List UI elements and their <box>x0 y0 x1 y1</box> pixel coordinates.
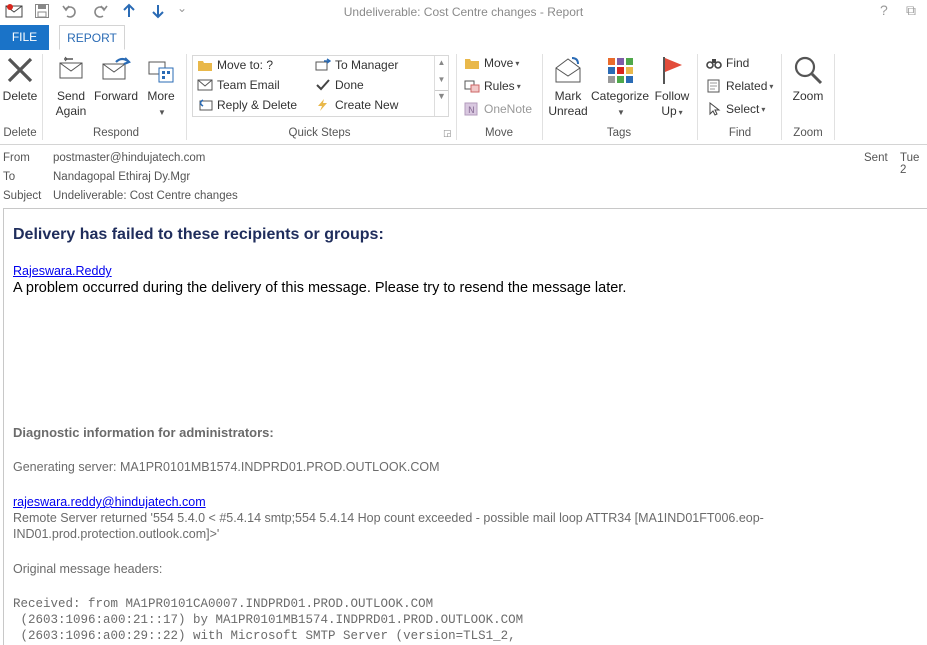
quicksteps-dialog-launcher-icon[interactable]: ◲ <box>443 128 452 139</box>
remote-server-line-2: IND01.prod.protection.outlook.com]>' <box>13 527 220 541</box>
send-again-icon <box>59 56 83 79</box>
group-respond-label: Respond <box>92 127 140 139</box>
separator <box>186 54 187 140</box>
dropdown-arrow-icon: ▾ <box>516 81 521 91</box>
remote-server-line-1: Remote Server returned '554 5.4.0 < #5.4… <box>13 511 764 525</box>
generating-server: Generating server: MA1PR0101MB1574.INDPR… <box>13 460 440 474</box>
group-zoom-label: Zoom <box>793 127 823 139</box>
quicksteps-frame <box>192 55 449 117</box>
related-icon <box>707 79 720 93</box>
group-delete-label: Delete <box>3 127 37 139</box>
message-body: Delivery has failed to these recipients … <box>3 208 927 645</box>
group-tags-label: Tags <box>606 127 632 139</box>
more-respond-icon <box>148 61 174 83</box>
more-label: More <box>147 89 175 103</box>
message-header: From postmaster@hindujatech.com To Nanda… <box>0 148 927 208</box>
related-button[interactable]: Related ▾ <box>706 79 773 93</box>
group-find-label: Find <box>728 127 752 139</box>
sent-value: Tue 2 <box>900 152 920 176</box>
window-title: Undeliverable: Cost Centre changes - Rep… <box>343 5 584 19</box>
onenote-button: N OneNote <box>464 102 532 116</box>
select-label: Select <box>726 102 760 116</box>
cursor-icon <box>709 102 721 116</box>
mark-unread-label-2: Unread <box>548 104 588 118</box>
rules-icon <box>464 80 480 93</box>
separator <box>834 54 835 140</box>
delivery-failed-heading: Delivery has failed to these recipients … <box>13 226 384 243</box>
delete-button[interactable]: Delete <box>2 54 38 104</box>
categorize-icon <box>608 58 633 83</box>
related-label: Related <box>726 79 768 93</box>
ribbon-tabs: FILE REPORT <box>0 24 927 51</box>
problem-text: A problem occurred during the delivery o… <box>13 280 627 296</box>
separator <box>697 54 698 140</box>
delete-x-icon <box>7 57 33 83</box>
dropdown-arrow-icon: ▼ <box>617 108 625 117</box>
binoculars-icon <box>706 59 722 69</box>
onenote-icon: N <box>464 102 478 116</box>
forward-label: Forward <box>93 89 138 103</box>
more-respond-button[interactable]: More ▼ <box>144 54 178 120</box>
header-line-2: (2603:1096:a00:21::17) by MA1PR0101MB157… <box>13 613 524 627</box>
mark-unread-button[interactable]: Mark Unread <box>548 54 588 119</box>
flag-icon <box>663 57 682 84</box>
send-again-button[interactable]: Send Again <box>52 54 90 119</box>
find-button[interactable]: Find <box>706 56 749 70</box>
categorize-button[interactable]: Categorize ▼ <box>591 54 649 120</box>
onenote-label: OneNote <box>484 102 533 116</box>
select-button[interactable]: Select ▾ <box>706 102 765 116</box>
forward-button[interactable]: Forward <box>93 54 139 104</box>
separator <box>42 54 43 140</box>
dropdown-arrow-icon: ▾ <box>761 104 766 114</box>
separator <box>456 54 457 140</box>
mark-unread-label-1: Mark <box>554 89 582 103</box>
separator <box>542 54 543 140</box>
rules-button[interactable]: Rules ▾ <box>464 79 521 93</box>
header-line-3: (2603:1096:a00:29::22) with Microsoft SM… <box>13 629 516 643</box>
recipient-link[interactable]: Rajeswara.Reddy <box>13 264 112 278</box>
header-line-1: Received: from MA1PR0101CA0007.INDPRD01.… <box>13 597 434 611</box>
rules-label: Rules <box>484 79 515 93</box>
recipient-email-link[interactable]: rajeswara.reddy@hindujatech.com <box>13 495 206 509</box>
tab-file[interactable]: FILE <box>0 25 49 50</box>
move-button[interactable]: Move ▾ <box>464 56 519 70</box>
dropdown-arrow-icon: ▾ <box>678 108 683 117</box>
svg-text:N: N <box>468 106 475 116</box>
to-label: To <box>3 171 16 183</box>
to-value[interactable]: Nandagopal Ethiraj Dy.Mgr <box>53 171 190 183</box>
dropdown-arrow-icon: ▾ <box>515 58 520 68</box>
diagnostic-heading: Diagnostic information for administrator… <box>13 425 274 440</box>
from-label: From <box>3 152 30 164</box>
zoom-label: Zoom <box>792 89 824 103</box>
subject-value: Undeliverable: Cost Centre changes <box>53 190 238 202</box>
delete-label: Delete <box>2 89 38 103</box>
dropdown-arrow-icon: ▾ <box>769 81 774 91</box>
follow-up-label-2: Up <box>661 104 677 118</box>
title-bar: ⌄ Undeliverable: Cost Centre changes - R… <box>0 0 927 24</box>
separator <box>781 54 782 140</box>
original-headers-label: Original message headers: <box>13 562 163 576</box>
ribbon: Delete Delete Send Again Forward More ▼ … <box>0 50 927 145</box>
follow-up-label-1: Follow <box>654 89 690 103</box>
help-button[interactable]: ? <box>880 2 888 18</box>
categorize-label: Categorize <box>591 89 650 103</box>
subject-label: Subject <box>3 190 42 202</box>
forward-icon <box>102 57 131 80</box>
find-label: Find <box>726 56 750 70</box>
dropdown-arrow-icon: ▼ <box>158 108 166 117</box>
group-quick-steps-label: Quick Steps <box>288 127 351 139</box>
move-label: Move <box>484 56 514 70</box>
follow-up-button[interactable]: Follow Up ▾ <box>653 54 691 120</box>
zoom-button[interactable]: Zoom <box>789 54 827 104</box>
send-again-label-1: Send <box>56 89 86 103</box>
magnifier-icon <box>794 56 823 85</box>
restore-ribbon-button[interactable]: ⧉ <box>906 2 916 19</box>
from-value[interactable]: postmaster@hindujatech.com <box>53 152 205 164</box>
sent-label: Sent <box>864 152 888 164</box>
move-folder-icon <box>465 59 479 69</box>
group-move-label: Move <box>484 127 514 139</box>
send-again-label-2: Again <box>55 104 87 118</box>
tab-report[interactable]: REPORT <box>59 25 125 50</box>
mark-unread-icon <box>555 57 581 83</box>
